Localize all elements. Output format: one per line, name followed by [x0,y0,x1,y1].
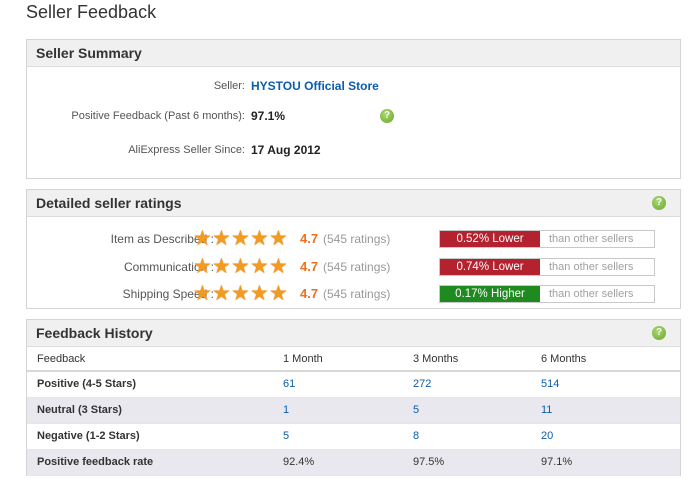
detailed-ratings-heading: Detailed seller ratings [36,195,182,211]
star-rating: ★ ★ ★ ★ ★ [193,283,288,305]
count-link[interactable]: 5 [283,423,413,450]
comparison-text: than other sellers [549,233,634,245]
column-header: 3 Months [413,347,541,372]
comparison-text: than other sellers [549,288,634,300]
rating-row: Shipping Speed : ★ ★ ★ ★ ★ 4.7 (545 ratings) 0.1… [27,283,680,305]
rate-cell: 92.4% [283,449,413,476]
count-link[interactable]: 20 [541,423,680,450]
rate-cell: 97.1% [541,449,680,476]
star-rating: ★ ★ ★ ★ ★ [193,228,288,250]
table-row: Neutral (3 Stars) 1 5 11 [27,397,680,424]
column-header: 6 Months [541,347,680,372]
seller-since-label: AliExpress Seller Since: [128,144,245,156]
count-link[interactable]: 5 [413,397,541,424]
count-link[interactable]: 11 [541,397,680,424]
seller-summary-header: Seller Summary [27,40,680,67]
positive-feedback-label: Positive Feedback (Past 6 months): [71,110,245,122]
table-row: Positive (4-5 Stars) 61 272 514 [27,371,680,398]
help-icon[interactable]: ? [380,109,394,123]
rating-count: (545 ratings) [323,287,391,301]
count-link[interactable]: 514 [541,371,680,398]
detailed-ratings-panel: Detailed seller ratings ? Item as Descri… [26,189,681,309]
rating-count: (545 ratings) [323,260,391,274]
rating-row: Communication : ★ ★ ★ ★ ★ 4.7 (545 ratings) 0.74… [27,256,680,278]
star-icon: ★ [250,255,269,278]
count-link[interactable]: 1 [283,397,413,424]
help-icon[interactable]: ? [652,196,666,210]
rate-cell: 97.5% [413,449,541,476]
star-icon: ★ [193,282,212,305]
star-icon: ★ [269,227,288,250]
star-icon: ★ [193,227,212,250]
count-link[interactable]: 61 [283,371,413,398]
detailed-ratings-header: Detailed seller ratings ? [27,190,680,217]
comparison-text: than other sellers [549,261,634,273]
comparison-bar: 0.17% Higher than other sellers [439,285,655,303]
rating-score: 4.7 [300,231,319,246]
feedback-history-heading: Feedback History [36,325,153,341]
row-label: Positive (4-5 Stars) [27,371,283,398]
star-icon: ★ [269,282,288,305]
seller-since-value: 17 Aug 2012 [251,143,321,157]
star-icon: ★ [231,227,250,250]
star-icon: ★ [250,227,269,250]
rating-row: Item as Described : ★ ★ ★ ★ ★ 4.7 (545 ratings)… [27,228,680,250]
feedback-history-table: Feedback 1 Month 3 Months 6 Months Posit… [27,347,680,476]
comparison-badge: 0.52% Lower [440,231,540,247]
seller-row: Seller: HYSTOU Official Store [27,79,680,96]
comparison-badge: 0.17% Higher [440,286,540,302]
rating-count: (545 ratings) [323,232,391,246]
feedback-history-panel: Feedback History ? Feedback 1 Month 3 Mo… [26,319,681,476]
star-icon: ★ [212,227,231,250]
row-label: Negative (1-2 Stars) [27,423,283,450]
comparison-bar: 0.52% Lower than other sellers [439,230,655,248]
help-icon[interactable]: ? [652,326,666,340]
seller-since-row: AliExpress Seller Since: 17 Aug 2012 [27,143,680,160]
comparison-bar: 0.74% Lower than other sellers [439,258,655,276]
feedback-history-header: Feedback History ? [27,320,680,347]
comparison-badge: 0.74% Lower [440,259,540,275]
rating-score: 4.7 [300,286,319,301]
column-header: 1 Month [283,347,413,372]
count-link[interactable]: 8 [413,423,541,450]
seller-summary-heading: Seller Summary [36,45,142,61]
count-link[interactable]: 272 [413,371,541,398]
star-icon: ★ [269,255,288,278]
table-row: Positive feedback rate 92.4% 97.5% 97.1% [27,449,680,476]
seller-label: Seller: [213,80,245,92]
star-icon: ★ [231,282,250,305]
column-header: Feedback [27,347,283,372]
seller-summary-panel: Seller Summary Seller: HYSTOU Official S… [26,39,681,179]
star-icon: ★ [193,255,212,278]
star-icon: ★ [231,255,250,278]
rating-score: 4.7 [300,259,319,274]
positive-feedback-row: Positive Feedback (Past 6 months): 97.1%… [27,109,680,126]
star-icon: ★ [250,282,269,305]
star-icon: ★ [212,255,231,278]
seller-name-link[interactable]: HYSTOU Official Store [251,79,379,93]
row-label: Positive feedback rate [27,449,283,476]
positive-feedback-value: 97.1% [251,109,286,123]
table-row: Negative (1-2 Stars) 5 8 20 [27,423,680,450]
page-title: Seller Feedback [26,2,157,22]
star-rating: ★ ★ ★ ★ ★ [193,256,288,278]
table-header-row: Feedback 1 Month 3 Months 6 Months [27,347,680,372]
row-label: Neutral (3 Stars) [27,397,283,424]
star-icon: ★ [212,282,231,305]
